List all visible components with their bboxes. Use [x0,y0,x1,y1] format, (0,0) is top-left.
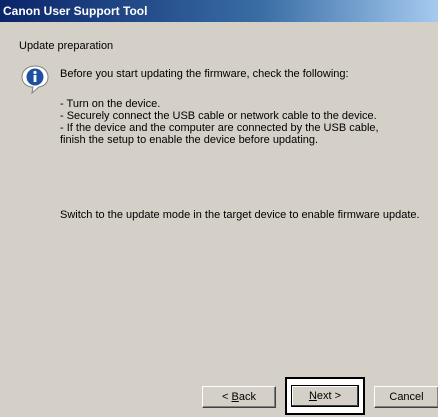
checklist: - Turn on the device. - Securely connect… [60,98,379,146]
back-button-accesskey: B [231,391,239,403]
update-mode-note: Switch to the update mode in the target … [60,209,420,221]
next-button-suffix: ext > [316,390,342,402]
cancel-button[interactable]: Cancel [374,386,438,408]
intro-text: Before you start updating the firmware, … [60,68,349,80]
back-button-suffix: ack [238,391,256,403]
checklist-item: - Securely connect the USB cable or netw… [60,110,377,122]
update-dialog: Canon User Support Tool Update preparati… [0,0,438,417]
information-icon [21,65,49,95]
cancel-button-label: Cancel [389,391,424,403]
next-button[interactable]: Next > [291,385,359,407]
back-button-prefix: < [222,391,232,403]
window-title: Canon User Support Tool [3,4,148,18]
back-button[interactable]: < Back [202,386,276,408]
checklist-item: finish the setup to enable the device be… [60,134,319,146]
window-title-bar[interactable]: Canon User Support Tool [0,0,438,22]
checklist-item: - Turn on the device. [60,98,161,110]
section-title: Update preparation [19,40,114,52]
checklist-item: - If the device and the computer are con… [60,122,379,134]
next-button-accesskey: N [308,390,317,402]
